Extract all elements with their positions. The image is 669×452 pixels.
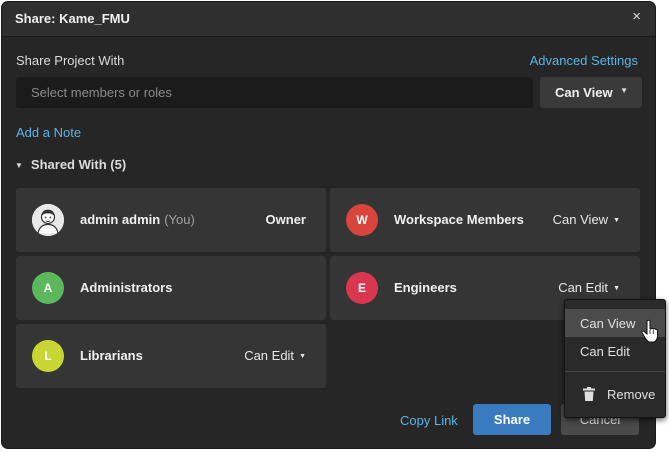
trash-icon <box>583 387 595 401</box>
advanced-settings-link[interactable]: Advanced Settings <box>530 53 638 68</box>
permission-dropdown[interactable]: Can Edit ▼ <box>558 280 620 295</box>
permission-dropdown[interactable]: Can Edit ▼ <box>244 348 306 363</box>
caret-down-icon: ▼ <box>620 86 628 95</box>
share-card-name: Librarians <box>80 348 143 363</box>
shared-with-label: Shared With (5) <box>30 157 127 172</box>
avatar: L <box>32 340 64 372</box>
permission-select-label: Can View <box>555 85 613 100</box>
caret-down-icon: ▼ <box>613 217 620 224</box>
copy-link-button[interactable]: Copy Link <box>400 413 458 428</box>
collapse-triangle-icon: ▼ <box>15 161 23 170</box>
avatar: A <box>32 272 64 304</box>
user-portrait-icon <box>32 204 64 236</box>
shared-with-toggle[interactable]: ▼ Shared With (5) <box>15 157 126 172</box>
caret-down-icon: ▼ <box>613 285 620 292</box>
close-icon[interactable]: × <box>632 8 641 25</box>
share-button[interactable]: Share <box>473 404 551 435</box>
menu-divider <box>565 371 665 372</box>
share-card-administrators: A Administrators <box>16 256 326 320</box>
dialog-titlebar: Share: Kame_FMU × <box>2 2 655 37</box>
share-card-name: Workspace Members <box>394 212 524 227</box>
menu-item-label: Can View <box>580 316 636 331</box>
share-dialog: Share: Kame_FMU × Share Project With Adv… <box>2 2 655 448</box>
avatar: E <box>346 272 378 304</box>
permission-menu: Can View Can Edit Remove <box>564 299 666 418</box>
permission-dropdown[interactable]: Can View ▼ <box>553 212 620 227</box>
share-card-name: admin admin (You) <box>80 212 195 227</box>
share-project-label: Share Project With <box>16 53 125 68</box>
menu-item-remove[interactable]: Remove <box>565 380 665 408</box>
hand-cursor-icon <box>641 319 658 343</box>
add-note-link[interactable]: Add a Note <box>16 125 81 140</box>
share-card-librarians: L Librarians Can Edit ▼ <box>16 324 326 388</box>
dialog-title: Share: Kame_FMU <box>15 11 130 26</box>
menu-item-label: Remove <box>607 387 656 402</box>
share-card-name: Administrators <box>80 280 173 295</box>
menu-item-label: Can Edit <box>580 344 630 359</box>
you-label: (You) <box>164 212 195 227</box>
share-card-name: Engineers <box>394 280 457 295</box>
avatar: W <box>346 204 378 236</box>
owner-role-label: Owner <box>265 212 306 227</box>
members-search-input[interactable] <box>16 77 533 108</box>
share-card-admin: admin admin (You) Owner <box>16 188 326 252</box>
caret-down-icon: ▼ <box>299 353 306 360</box>
share-card-workspace-members: W Workspace Members Can View ▼ <box>330 188 640 252</box>
permission-select-button[interactable]: Can View ▼ <box>540 77 642 108</box>
